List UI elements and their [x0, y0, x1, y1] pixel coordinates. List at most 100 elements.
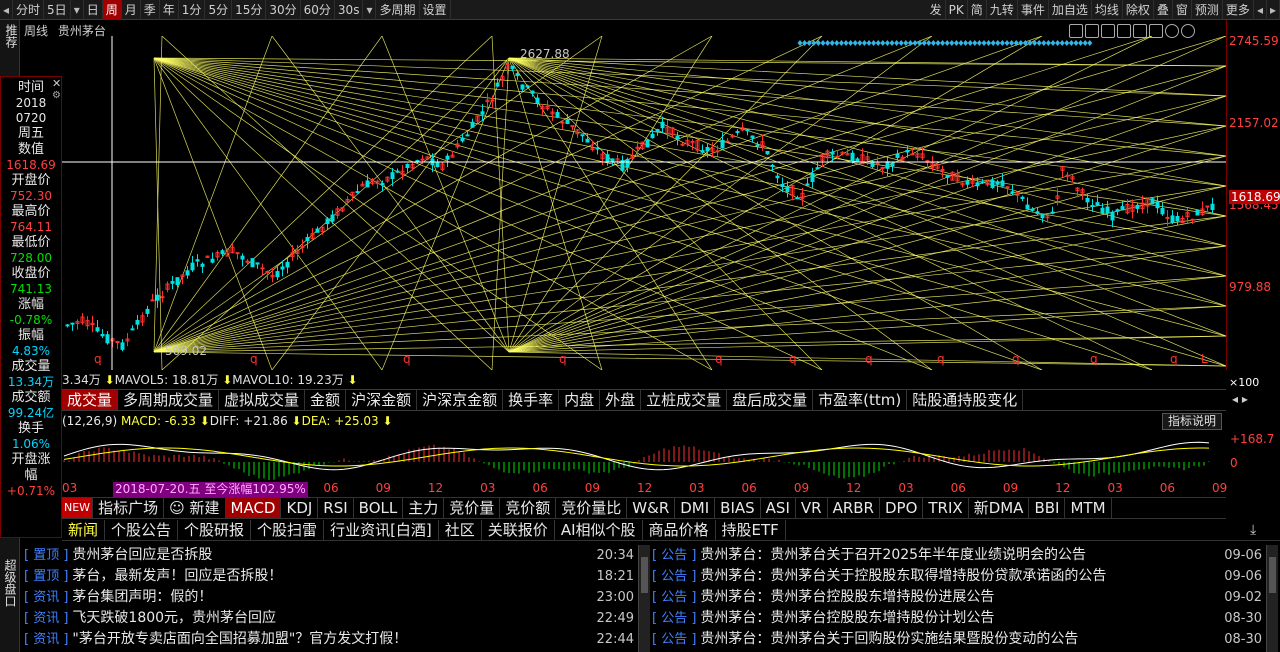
tab-community[interactable]: 社区: [439, 519, 482, 540]
indicator-square-button[interactable]: 指标广场: [93, 498, 165, 518]
indicator-new-dma[interactable]: 新DMA: [969, 498, 1030, 518]
news-left-scrollbar[interactable]: [638, 545, 650, 652]
tab-scroll-left-icon[interactable]: ◂: [1232, 392, 1238, 406]
scroll-right-icon[interactable]: ▸: [1267, 0, 1280, 20]
indicator-boll[interactable]: BOLL: [354, 498, 404, 518]
q-marker[interactable]: q: [559, 352, 567, 366]
q-marker[interactable]: q: [1090, 352, 1098, 366]
news-item[interactable]: [ 资讯 ] 茅台集团声明：假的！ 23:00: [24, 587, 638, 608]
tab-holding-etf[interactable]: 持股ETF: [716, 519, 786, 540]
news-type-tag: [ 置顶 ]: [24, 569, 69, 584]
q-marker[interactable]: q: [250, 352, 258, 366]
download-icon[interactable]: ⤓: [1250, 522, 1256, 538]
news-item[interactable]: [ 置顶 ] 贵州茅台回应是否拆股 20:34: [24, 545, 638, 566]
news-title[interactable]: "茅台开放专卖店面向全国招募加盟"？官方发文打假！: [72, 631, 407, 647]
indicator-arbr[interactable]: ARBR: [828, 498, 880, 518]
news-time: 22:44: [596, 632, 634, 647]
news-title[interactable]: 贵州茅台：贵州茅台关于控股股东取得增持股份贷款承诺函的公告: [700, 568, 1106, 584]
collapse-arrow-icon[interactable]: ◂: [0, 0, 14, 20]
news-title[interactable]: 贵州茅台：贵州茅台控股股东增持股份进展公告: [700, 589, 994, 605]
tab-volume[interactable]: 成交量: [62, 390, 119, 410]
tab-related-quotes[interactable]: 关联报价: [482, 519, 555, 540]
dea-line: [63, 447, 1210, 467]
q-marker[interactable]: q: [1012, 352, 1020, 366]
tab-hs-amount[interactable]: 沪深金额: [346, 390, 418, 410]
l-marker[interactable]: L: [1201, 352, 1208, 366]
price-axis: 2745.59 2157.02 1568.45 979.88 1618.69 ×…: [1226, 20, 1280, 389]
q-marker[interactable]: q: [403, 352, 411, 366]
news-title[interactable]: 贵州茅台：贵州茅台控股股东增持股份计划公告: [700, 610, 994, 626]
period-minute[interactable]: 分时: [13, 0, 45, 20]
close-icon[interactable]: ✕: [52, 77, 61, 90]
q-marker[interactable]: q: [865, 352, 873, 366]
q-marker[interactable]: q: [715, 352, 723, 366]
scrollbar-thumb[interactable]: [641, 557, 648, 593]
indicator-auction-amount[interactable]: 竞价额: [500, 498, 557, 518]
indicator-bbi[interactable]: BBI: [1029, 498, 1066, 518]
tab-outer[interactable]: 外盘: [600, 390, 642, 410]
indicator-auction-ratio[interactable]: 竞价量比: [556, 498, 628, 518]
macd-summary: (12,26,9) MACD: -6.33 ⬇DIFF: +21.86 ⬇DEA…: [62, 414, 393, 428]
news-item[interactable]: [ 公告 ] 贵州茅台：贵州茅台关于召开2025年半年度业绩说明会的公告 09-06: [652, 545, 1266, 566]
q-marker[interactable]: q: [789, 352, 797, 366]
indicator-main-force[interactable]: 主力: [403, 498, 445, 518]
tab-virtual-volume[interactable]: 虚拟成交量: [219, 390, 306, 410]
news-title[interactable]: 茅台，最新发声！回应是否拆股！: [72, 568, 282, 584]
tab-amount[interactable]: 金额: [305, 390, 347, 410]
news-item[interactable]: [ 公告 ] 贵州茅台：贵州茅台控股股东增持股份计划公告 08-30: [652, 608, 1266, 629]
indicator-auction-volume[interactable]: 竞价量: [444, 498, 501, 518]
super-order-book-tab[interactable]: 超级盘口: [0, 548, 20, 618]
tab-risk-scan[interactable]: 个股扫雷: [251, 519, 325, 540]
news-item[interactable]: [ 资讯 ] 飞天跌破1800元，贵州茅台回应 22:49: [24, 608, 638, 629]
tab-after-hours-volume[interactable]: 盘后成交量: [727, 390, 814, 410]
indicator-trix[interactable]: TRIX: [923, 498, 969, 518]
news-title[interactable]: 贵州茅台回应是否拆股: [72, 547, 212, 563]
indicator-wr[interactable]: W&R: [627, 498, 676, 518]
news-time: 08-30: [1224, 611, 1262, 626]
news-title[interactable]: 茅台集团声明：假的！: [72, 589, 212, 605]
tab-news[interactable]: 新闻: [62, 519, 106, 540]
news-title[interactable]: 贵州茅台：贵州茅台关于回购股份实施结果暨股份变动的公告: [700, 631, 1078, 647]
scrollbar-thumb[interactable]: [1269, 557, 1276, 593]
tab-announcements[interactable]: 个股公告: [105, 519, 179, 540]
tab-industry-news[interactable]: 行业资讯[白酒]: [324, 519, 439, 540]
tab-inner[interactable]: 内盘: [559, 390, 601, 410]
info-value-label: 数值: [17, 142, 44, 157]
tab-multi-period-volume[interactable]: 多周期成交量: [118, 390, 220, 410]
indicator-kdj[interactable]: KDJ: [281, 498, 319, 518]
q-marker[interactable]: q: [937, 352, 945, 366]
more-button[interactable]: 更多: [1223, 0, 1254, 20]
tab-northbound-holding[interactable]: 陆股通持股变化: [907, 390, 1024, 410]
tab-scroll-right-icon[interactable]: ▸: [1242, 392, 1248, 406]
indicator-dmi[interactable]: DMI: [675, 498, 716, 518]
tab-pile-volume[interactable]: 立桩成交量: [641, 390, 728, 410]
tab-turnover[interactable]: 换手率: [503, 390, 560, 410]
news-item[interactable]: [ 资讯 ] "茅台开放专卖店面向全国招募加盟"？官方发文打假！ 22:44: [24, 629, 638, 650]
recommend-tab[interactable]: 推荐: [0, 20, 20, 52]
news-title[interactable]: 飞天跌破1800元，贵州茅台回应: [72, 610, 276, 626]
tab-research[interactable]: 个股研报: [178, 519, 252, 540]
indicator-macd[interactable]: MACD: [225, 498, 282, 518]
indicator-mtm[interactable]: MTM: [1065, 498, 1112, 518]
scroll-left-icon[interactable]: ◂: [1254, 0, 1267, 20]
news-title[interactable]: 贵州茅台：贵州茅台关于召开2025年半年度业绩说明会的公告: [700, 547, 1086, 563]
tab-commodity-prices[interactable]: 商品价格: [643, 519, 716, 540]
indicator-dpo[interactable]: DPO: [880, 498, 924, 518]
indicator-bias[interactable]: BIAS: [715, 498, 761, 518]
tab-hsj-amount[interactable]: 沪深京金额: [417, 390, 504, 410]
indicator-rsi[interactable]: RSI: [318, 498, 354, 518]
indicator-vr[interactable]: VR: [796, 498, 828, 518]
settings-gear-icon[interactable]: ⚙: [52, 90, 61, 101]
news-item[interactable]: [ 公告 ] 贵州茅台：贵州茅台关于回购股份实施结果暨股份变动的公告 08-30: [652, 629, 1266, 650]
tab-ai-similar[interactable]: AI相似个股: [555, 519, 643, 540]
q-marker[interactable]: q: [94, 352, 102, 366]
new-indicator-button[interactable]: ☺ 新建: [164, 498, 226, 518]
news-item[interactable]: [ 置顶 ] 茅台，最新发声！回应是否拆股！ 18:21: [24, 566, 638, 587]
q-marker[interactable]: q: [1170, 352, 1178, 366]
news-item[interactable]: [ 公告 ] 贵州茅台：贵州茅台控股股东增持股份进展公告 09-02: [652, 587, 1266, 608]
news-right-scrollbar[interactable]: [1266, 545, 1278, 652]
indicator-asi[interactable]: ASI: [761, 498, 796, 518]
news-item[interactable]: [ 公告 ] 贵州茅台：贵州茅台关于控股股东取得增持股份贷款承诺函的公告 09-06: [652, 566, 1266, 587]
macd-chart[interactable]: [62, 428, 1226, 480]
tab-pe-ttm[interactable]: 市盈率(ttm): [813, 390, 908, 410]
